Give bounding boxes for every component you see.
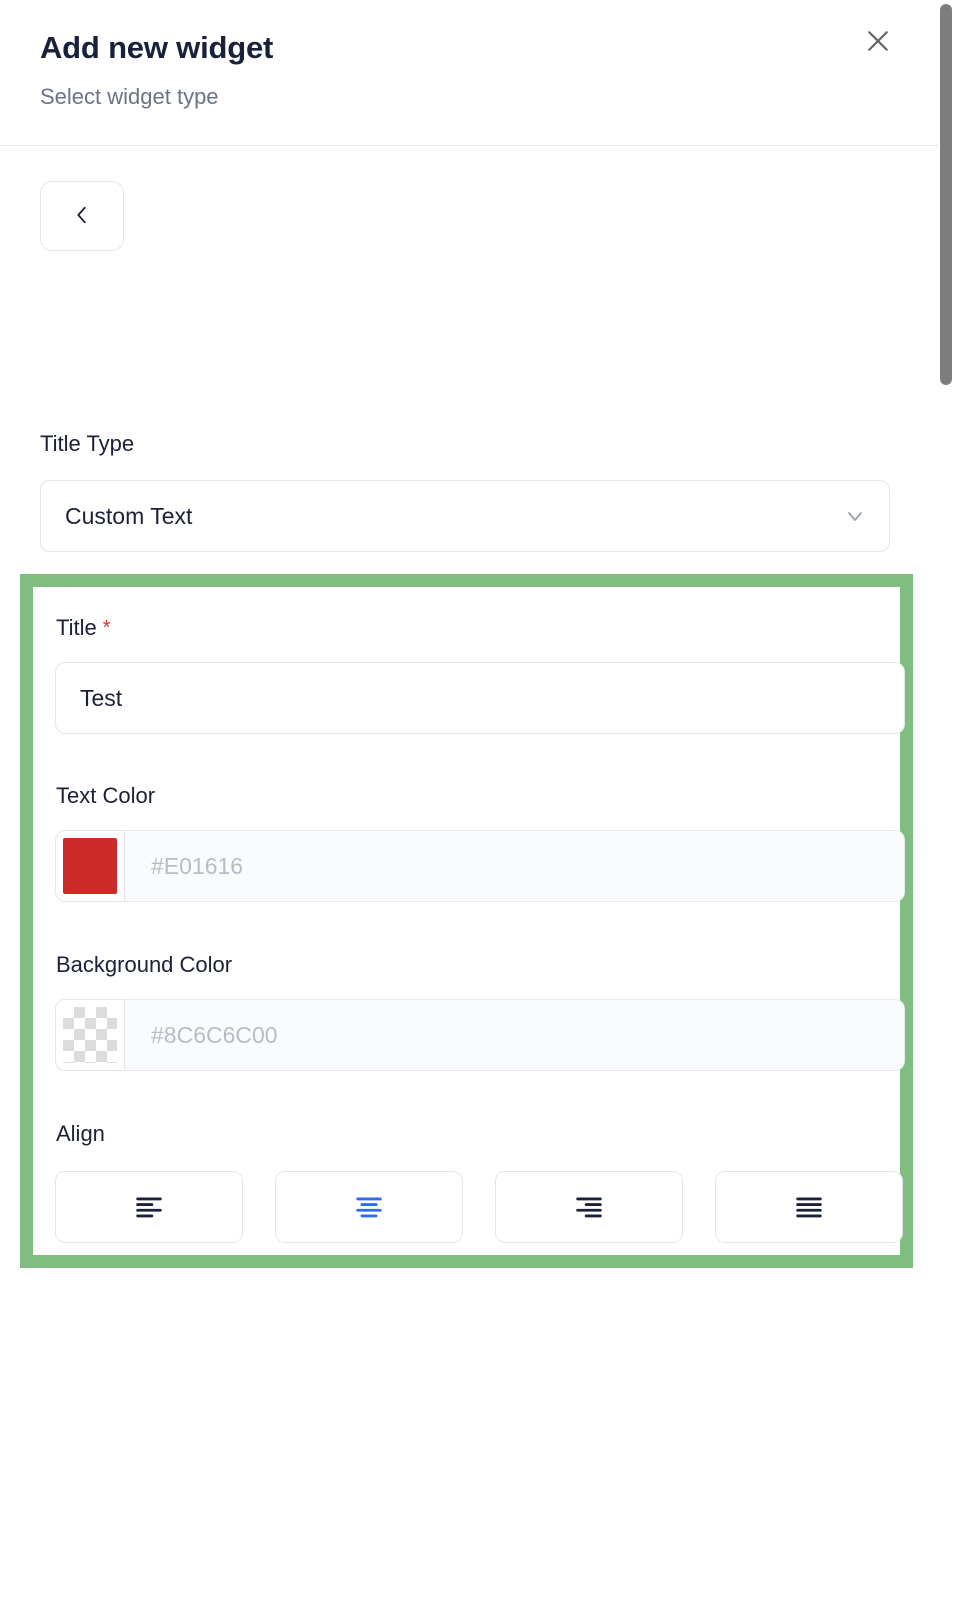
align-left-button[interactable] bbox=[55, 1171, 243, 1243]
scrollbar-thumb[interactable] bbox=[940, 4, 952, 385]
text-color-swatch-fill bbox=[63, 838, 117, 894]
add-widget-dialog: Add new widget Select widget type Title … bbox=[0, 0, 955, 1600]
background-color-swatch[interactable] bbox=[55, 999, 125, 1071]
title-field-label: Title * bbox=[56, 615, 111, 641]
close-button[interactable] bbox=[859, 22, 897, 60]
form-panel: Title * Text Color Background Color bbox=[33, 587, 905, 1255]
required-indicator: * bbox=[102, 616, 111, 639]
close-icon bbox=[863, 26, 893, 56]
back-button[interactable] bbox=[40, 181, 124, 251]
align-justify-icon bbox=[792, 1189, 826, 1226]
text-color-label: Text Color bbox=[56, 783, 156, 808]
title-input[interactable] bbox=[55, 662, 905, 734]
background-color-input[interactable] bbox=[125, 999, 905, 1071]
background-color-label: Background Color bbox=[56, 952, 233, 977]
align-left-icon bbox=[132, 1189, 166, 1226]
align-center-icon bbox=[352, 1189, 386, 1226]
title-type-select-value: Custom Text bbox=[65, 502, 193, 529]
align-right-button[interactable] bbox=[495, 1171, 683, 1243]
dialog-header: Add new widget Select widget type bbox=[0, 0, 955, 146]
chevron-down-icon bbox=[843, 504, 867, 528]
page-title: Add new widget bbox=[40, 30, 274, 65]
highlighted-form-panel: Title * Text Color Background Color bbox=[20, 574, 913, 1268]
scrollbar-track[interactable] bbox=[938, 0, 955, 1600]
title-field-label-text: Title bbox=[56, 615, 97, 640]
text-color-input[interactable] bbox=[125, 830, 905, 902]
title-type-select[interactable]: Custom Text bbox=[40, 480, 890, 552]
text-color-row bbox=[55, 830, 905, 902]
background-color-row bbox=[55, 999, 905, 1071]
title-type-label: Title Type bbox=[40, 431, 135, 456]
align-center-button[interactable] bbox=[275, 1171, 463, 1243]
align-label: Align bbox=[56, 1121, 105, 1146]
align-right-icon bbox=[572, 1189, 606, 1226]
dialog-subtitle: Select widget type bbox=[40, 84, 219, 109]
align-button-group bbox=[55, 1171, 905, 1243]
align-justify-button[interactable] bbox=[715, 1171, 903, 1243]
text-color-swatch[interactable] bbox=[55, 830, 125, 902]
chevron-left-icon bbox=[71, 204, 93, 229]
transparency-checker-icon bbox=[63, 1007, 117, 1063]
